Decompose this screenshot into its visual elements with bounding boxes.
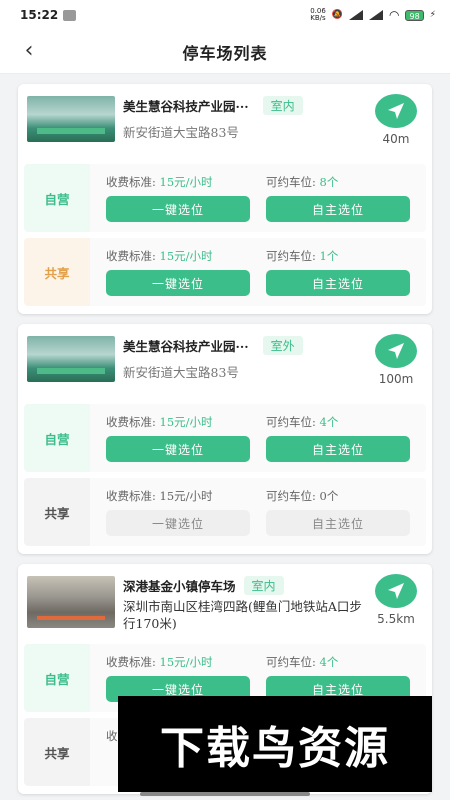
- spots-value: 8个: [319, 175, 339, 189]
- one-click-select-button[interactable]: 一键选位: [106, 196, 250, 222]
- parking-lot-list: 美生慧谷科技产业园··· 室内 新安街道大宝路83号 40m 自营 收费标准: …: [18, 84, 432, 800]
- watermark-overlay: 下载鸟资源: [118, 696, 432, 792]
- lot-type-tag: 室内: [243, 575, 284, 595]
- self-select-button-disabled: 自主选位: [266, 510, 410, 536]
- spots-label: 可约车位:: [266, 175, 316, 189]
- lot-address: 深圳市南山区桂湾四路(鲤鱼门地铁站A口步行170米): [123, 599, 362, 631]
- chevron-left-icon: ‹: [24, 38, 34, 63]
- navigation-arrow-icon: [388, 583, 404, 599]
- price-value: 15元/小时: [159, 175, 213, 189]
- nav-bar: ‹ 停车场列表: [0, 30, 450, 74]
- self-select-button[interactable]: 自主选位: [266, 436, 410, 462]
- self-select-button[interactable]: 自主选位: [266, 196, 410, 222]
- self-select-button[interactable]: 自主选位: [266, 270, 410, 296]
- net-speed: 0.06 KB/s: [310, 7, 326, 22]
- lot-type-tag: 室外: [262, 335, 303, 355]
- spots-value: 4个: [319, 655, 339, 669]
- price-value: 15元/小时: [159, 249, 213, 263]
- slot-type-label: 共享: [24, 478, 90, 546]
- spots-label: 可约车位:: [266, 489, 316, 503]
- status-icons: 0.06 KB/s 🔕 ◠ 98 ⚡: [310, 7, 436, 23]
- spots-label: 可约车位:: [266, 655, 316, 669]
- slot-type-label: 共享: [24, 718, 90, 786]
- mute-icon: 🔕: [331, 10, 343, 20]
- lot-name: 美生慧谷科技产业园···: [123, 98, 249, 114]
- lot-distance: 40m: [382, 132, 410, 146]
- slot-type-label: 自营: [24, 404, 90, 472]
- signal-icon: [349, 10, 363, 20]
- slot-section-shared: 共享 收费标准: 15元/小时 可约车位: 1个 一键选位 自主选位: [24, 238, 426, 306]
- slot-section-shared: 共享 收费标准: 15元/小时 可约车位: 0个 一键选位 自主选位: [24, 478, 426, 546]
- parking-lot-photo: [27, 576, 115, 628]
- signal-icon-2: [369, 10, 383, 20]
- one-click-select-button[interactable]: 一键选位: [106, 436, 250, 462]
- lot-name: 美生慧谷科技产业园···: [123, 338, 249, 354]
- back-button[interactable]: ‹: [16, 38, 42, 64]
- wifi-icon: ◠: [389, 8, 400, 22]
- slot-type-label: 自营: [24, 164, 90, 232]
- navigate-button[interactable]: [375, 94, 417, 128]
- spots-value: 4个: [319, 415, 339, 429]
- lot-distance: 100m: [378, 372, 414, 386]
- lot-address: 新安街道大宝路83号: [123, 125, 239, 140]
- one-click-select-button[interactable]: 一键选位: [106, 270, 250, 296]
- watermark-text: 下载鸟资源: [160, 723, 390, 774]
- lot-address: 新安街道大宝路83号: [123, 365, 239, 380]
- navigate-button[interactable]: [375, 574, 417, 608]
- parking-lot-photo: [27, 336, 115, 382]
- card-header: 美生慧谷科技产业园··· 室外 新安街道大宝路83号 100m: [24, 334, 426, 398]
- price-label: 收费标准:: [106, 249, 156, 263]
- spots-value: 1个: [319, 249, 339, 263]
- page-title: 停车场列表: [182, 43, 268, 63]
- parking-lot-photo: [27, 96, 115, 142]
- status-bar: 15:22 0.06 KB/s 🔕 ◠ 98 ⚡: [0, 0, 450, 30]
- slot-section-self: 自营 收费标准: 15元/小时 可约车位: 8个 一键选位 自主选位: [24, 164, 426, 232]
- price-value: 15元/小时: [159, 655, 213, 669]
- status-time: 15:22: [20, 8, 59, 22]
- slot-type-label: 自营: [24, 644, 90, 712]
- price-value: 15元/小时: [159, 415, 213, 429]
- lot-type-tag: 室内: [262, 95, 303, 115]
- price-label: 收费标准:: [106, 175, 156, 189]
- lot-distance: 5.5km: [377, 612, 415, 626]
- spots-label: 可约车位:: [266, 249, 316, 263]
- parking-lot-card[interactable]: 美生慧谷科技产业园··· 室内 新安街道大宝路83号 40m 自营 收费标准: …: [18, 84, 432, 314]
- slot-section-self: 自营 收费标准: 15元/小时 可约车位: 4个 一键选位 自主选位: [24, 404, 426, 472]
- card-header: 深港基金小镇停车场 室内 深圳市南山区桂湾四路(鲤鱼门地铁站A口步行170米) …: [24, 574, 426, 638]
- battery-icon: 98: [405, 9, 424, 21]
- wrench-icon: [63, 9, 77, 21]
- charging-icon: ⚡: [429, 10, 436, 20]
- lot-name: 深港基金小镇停车场: [123, 578, 236, 594]
- slot-type-label: 共享: [24, 238, 90, 306]
- navigate-button[interactable]: [375, 334, 417, 368]
- spots-label: 可约车位:: [266, 415, 316, 429]
- navigation-arrow-icon: [388, 343, 404, 359]
- price-label: 收费标准:: [106, 655, 156, 669]
- one-click-select-button-disabled: 一键选位: [106, 510, 250, 536]
- price-value: 15元/小时: [159, 489, 213, 503]
- spots-value: 0个: [319, 489, 339, 503]
- price-label: 收费标准:: [106, 415, 156, 429]
- home-indicator[interactable]: [140, 792, 310, 796]
- navigation-arrow-icon: [388, 103, 404, 119]
- parking-lot-card[interactable]: 美生慧谷科技产业园··· 室外 新安街道大宝路83号 100m 自营 收费标准:…: [18, 324, 432, 554]
- card-header: 美生慧谷科技产业园··· 室内 新安街道大宝路83号 40m: [24, 94, 426, 158]
- price-label: 收费标准:: [106, 489, 156, 503]
